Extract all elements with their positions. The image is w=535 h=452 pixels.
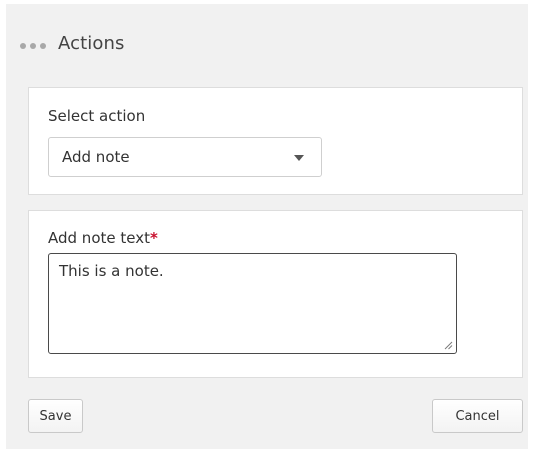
dot: [30, 43, 36, 49]
select-action-section: Select action Add note: [28, 87, 523, 195]
required-marker: *: [149, 229, 158, 247]
panel-title: Actions: [58, 32, 125, 54]
resize-handle-icon[interactable]: [444, 341, 453, 350]
dot: [20, 43, 26, 49]
cancel-button[interactable]: Cancel: [432, 399, 523, 433]
note-text-label: Add note text*: [48, 229, 158, 247]
note-textarea-value: This is a note.: [59, 262, 164, 280]
caret-down-icon: [294, 155, 304, 161]
dot: [40, 43, 46, 49]
save-button[interactable]: Save: [28, 399, 83, 433]
action-select[interactable]: Add note: [48, 137, 322, 177]
action-select-value: Add note: [62, 148, 130, 166]
note-text-section: Add note text* This is a note.: [28, 210, 523, 378]
select-action-label: Select action: [48, 107, 146, 125]
actions-header: Actions: [20, 28, 124, 58]
note-textarea[interactable]: This is a note.: [48, 253, 457, 354]
note-text-label-text: Add note text: [48, 229, 150, 247]
ellipsis-icon: [20, 43, 46, 49]
